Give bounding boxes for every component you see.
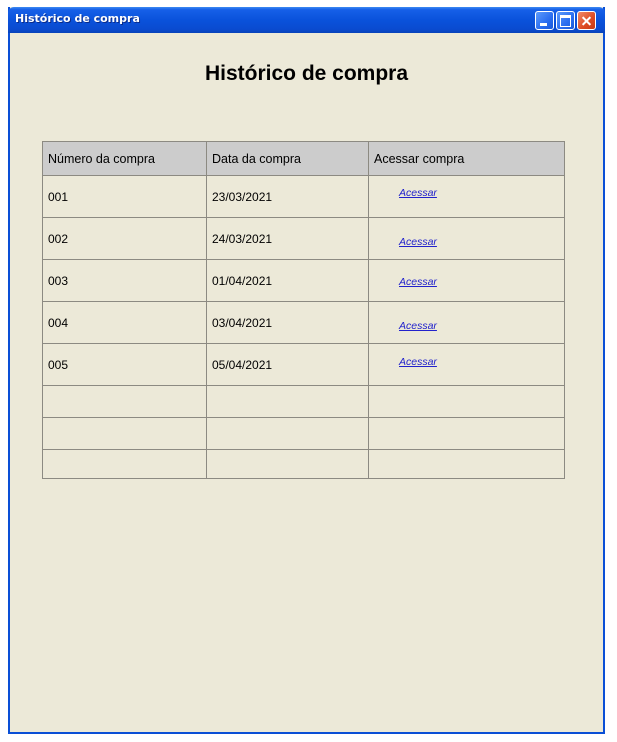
app-window: Histórico de compra Histórico de compra … <box>8 7 605 734</box>
table-row: 002 24/03/2021 Acessar <box>42 217 565 260</box>
column-header-access: Acessar compra <box>368 141 565 176</box>
access-link[interactable]: Acessar <box>399 320 437 332</box>
access-cell: Acessar <box>368 259 565 302</box>
access-cell: Acessar <box>368 301 565 344</box>
close-button[interactable] <box>577 11 596 30</box>
empty-cell <box>42 417 207 450</box>
empty-cell <box>42 449 207 479</box>
access-link[interactable]: Acessar <box>399 236 437 248</box>
table-row: 004 03/04/2021 Acessar <box>42 301 565 344</box>
empty-cell <box>206 385 369 418</box>
access-cell: Acessar <box>368 175 565 218</box>
access-link[interactable]: Acessar <box>399 276 437 288</box>
empty-cell <box>206 449 369 479</box>
purchase-history-table: Número da compra Data da compra Acessar … <box>42 141 565 479</box>
empty-cell <box>206 417 369 450</box>
page-title: Histórico de compra <box>204 62 409 85</box>
purchase-date: 03/04/2021 <box>206 301 369 344</box>
column-header-date: Data da compra <box>206 141 369 176</box>
access-cell: Acessar <box>368 217 565 260</box>
column-header-number: Número da compra <box>42 141 207 176</box>
title-bar[interactable]: Histórico de compra <box>8 7 605 33</box>
purchase-number: 004 <box>42 301 207 344</box>
purchase-date: 23/03/2021 <box>206 175 369 218</box>
access-cell: Acessar <box>368 343 565 386</box>
minimize-button[interactable] <box>535 11 554 30</box>
purchase-number: 001 <box>42 175 207 218</box>
empty-table-row <box>42 385 565 418</box>
table-header-row: Número da compra Data da compra Acessar … <box>42 141 565 176</box>
purchase-date: 05/04/2021 <box>206 343 369 386</box>
table-row: 003 01/04/2021 Acessar <box>42 259 565 302</box>
empty-table-row <box>42 417 565 450</box>
empty-cell <box>368 449 565 479</box>
maximize-button[interactable] <box>556 11 575 30</box>
table-row: 005 05/04/2021 Acessar <box>42 343 565 386</box>
purchase-number: 005 <box>42 343 207 386</box>
empty-cell <box>42 385 207 418</box>
access-link[interactable]: Acessar <box>399 187 437 199</box>
purchase-date: 24/03/2021 <box>206 217 369 260</box>
empty-cell <box>368 385 565 418</box>
purchase-date: 01/04/2021 <box>206 259 369 302</box>
table-row: 001 23/03/2021 Acessar <box>42 175 565 218</box>
purchase-number: 002 <box>42 217 207 260</box>
access-link[interactable]: Acessar <box>399 356 437 368</box>
empty-table-row <box>42 449 565 479</box>
window-title: Histórico de compra <box>15 12 140 25</box>
empty-cell <box>368 417 565 450</box>
purchase-number: 003 <box>42 259 207 302</box>
